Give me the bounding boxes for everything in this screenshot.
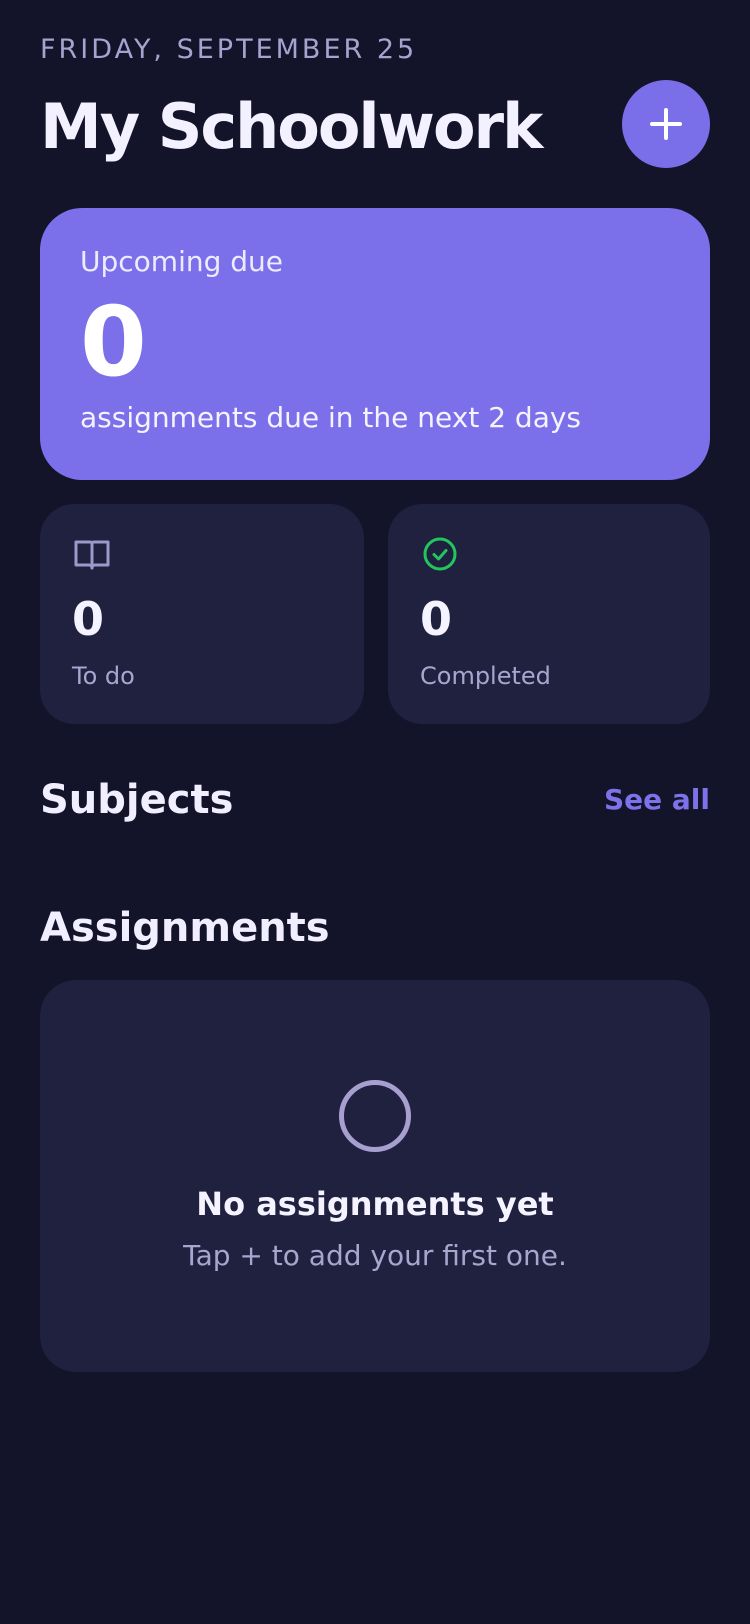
see-all-subjects-link[interactable]: See all [604, 786, 710, 814]
assignments-heading: Assignments [40, 905, 330, 951]
plus-icon [650, 108, 682, 140]
subjects-heading: Subjects [40, 777, 234, 823]
empty-circle-icon [339, 1080, 411, 1152]
date-label: FRIDAY, SEPTEMBER 25 [40, 34, 418, 65]
add-assignment-button[interactable] [622, 80, 710, 168]
upcoming-due-label: Upcoming due [80, 245, 284, 278]
completed-label: Completed [420, 662, 551, 690]
todo-label: To do [72, 662, 135, 690]
todo-count: 0 [72, 592, 105, 646]
assignments-empty-state: No assignments yet Tap + to add your fir… [40, 980, 710, 1372]
todo-stat-card[interactable]: 0 To do [40, 504, 364, 724]
upcoming-due-caption: assignments due in the next 2 days [80, 401, 582, 434]
empty-state-subtitle: Tap + to add your first one. [183, 1239, 567, 1272]
check-circle-icon [423, 537, 457, 571]
completed-stat-card[interactable]: 0 Completed [388, 504, 710, 724]
upcoming-due-card[interactable]: Upcoming due 0 assignments due in the ne… [40, 208, 710, 480]
empty-state-title: No assignments yet [196, 1185, 554, 1223]
upcoming-due-count: 0 [80, 286, 147, 398]
book-icon [74, 540, 110, 570]
completed-count: 0 [420, 592, 453, 646]
page-title: My Schoolwork [40, 90, 543, 163]
